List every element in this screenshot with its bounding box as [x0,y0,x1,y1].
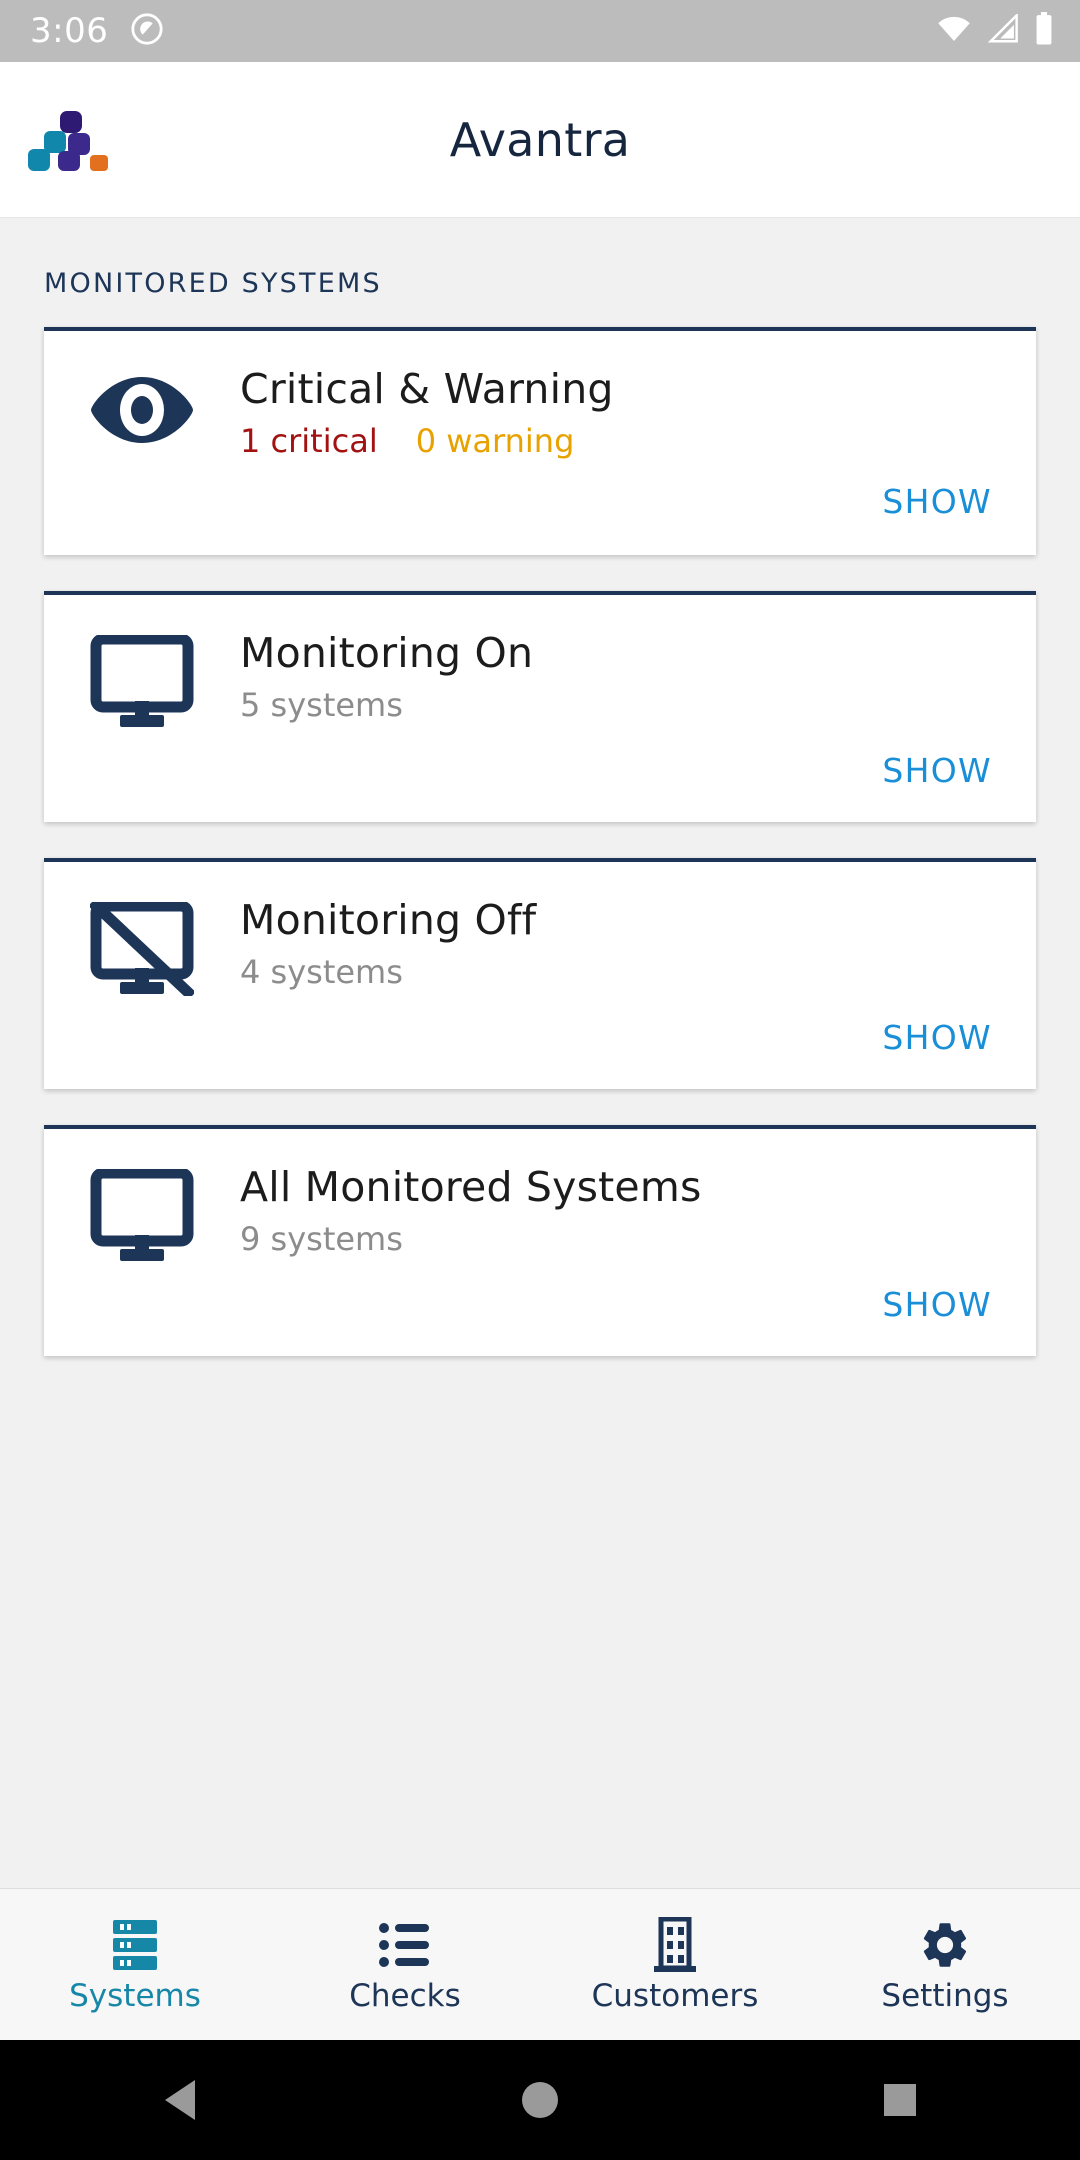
card-title: Critical & Warning [240,365,614,413]
status-time: 3:06 [30,11,109,51]
page-title: Avantra [449,112,631,167]
system-card-list: Critical & Warning 1 critical 0 warning … [0,299,1080,1356]
android-home-button[interactable] [480,2082,600,2118]
app-header: Avantra [0,62,1080,218]
gear-icon [918,1917,972,1973]
android-system-nav [0,2040,1080,2160]
list-icon [378,1917,432,1973]
nav-label-systems: Systems [69,1978,201,2014]
status-bar: 3:06 [0,0,1080,62]
card-monitoring-on[interactable]: Monitoring On 5 systems SHOW [44,591,1036,822]
card-body: Monitoring On 5 systems [44,595,1036,729]
card-subtitle: 9 systems [240,1220,403,1259]
avantra-logo [28,109,114,171]
monitor-icon [44,629,240,729]
cellular-signal-icon [986,12,1020,48]
screen-record-icon [130,12,164,50]
section-label-monitored-systems: MONITORED SYSTEMS [44,268,382,299]
nav-label-settings: Settings [881,1978,1009,2014]
card-action: SHOW [44,729,1036,806]
card-body: All Monitored Systems 9 systems [44,1129,1036,1263]
nav-item-customers[interactable]: Customers [540,1917,810,2012]
show-button-monitoring-on[interactable]: SHOW [878,745,996,796]
android-back-button[interactable] [120,2080,240,2120]
back-triangle-icon [165,2080,195,2120]
monitor-off-icon [44,896,240,996]
nav-item-settings[interactable]: Settings [810,1917,1080,2012]
card-status-stats: 1 critical 0 warning [240,422,1012,460]
server-stack-icon [109,1917,161,1973]
status-bar-right-icons [936,12,1054,50]
battery-full-icon [1034,12,1054,50]
card-action: SHOW [44,1263,1036,1340]
card-all-monitored-systems[interactable]: All Monitored Systems 9 systems SHOW [44,1125,1036,1356]
nav-item-systems[interactable]: Systems [0,1917,270,2012]
card-monitoring-off[interactable]: Monitoring Off 4 systems SHOW [44,858,1036,1089]
wifi-icon [936,14,972,48]
card-subtitle: 5 systems [240,686,403,725]
app-screen: 3:06 Avantra MONITORED SYSTEMS Critical … [0,0,1080,2160]
warning-count: 0 warning [415,422,575,461]
building-icon [650,1917,700,1973]
nav-label-checks: Checks [349,1978,461,2014]
card-critical-warning[interactable]: Critical & Warning 1 critical 0 warning … [44,327,1036,555]
card-text: All Monitored Systems 9 systems [240,1163,1036,1259]
card-action: SHOW [44,460,1036,537]
card-body: Critical & Warning 1 critical 0 warning [44,331,1036,460]
show-button-monitoring-off[interactable]: SHOW [878,1012,996,1063]
card-title: Monitoring On [240,629,534,677]
card-body: Monitoring Off 4 systems [44,862,1036,996]
card-title: All Monitored Systems [240,1163,702,1211]
monitor-icon [44,1163,240,1263]
show-button-all-monitored-systems[interactable]: SHOW [878,1279,996,1330]
home-circle-icon [522,2082,558,2118]
show-button-critical-warning[interactable]: SHOW [878,476,996,527]
card-title: Monitoring Off [240,896,537,944]
bottom-navigation: Systems Checks Customers Settings [0,1888,1080,2040]
nav-item-checks[interactable]: Checks [270,1917,540,2012]
card-action: SHOW [44,996,1036,1073]
main-content: MONITORED SYSTEMS Critical & Warning 1 c… [0,218,1080,1888]
critical-count: 1 critical [240,422,378,461]
card-text: Monitoring Off 4 systems [240,896,1036,992]
recents-square-icon [884,2084,916,2116]
eye-icon [44,365,240,449]
status-bar-left-icons [130,12,164,50]
android-recents-button[interactable] [840,2084,960,2116]
card-subtitle: 4 systems [240,953,403,992]
card-text: Critical & Warning 1 critical 0 warning [240,365,1036,460]
nav-label-customers: Customers [591,1978,759,2014]
card-text: Monitoring On 5 systems [240,629,1036,725]
